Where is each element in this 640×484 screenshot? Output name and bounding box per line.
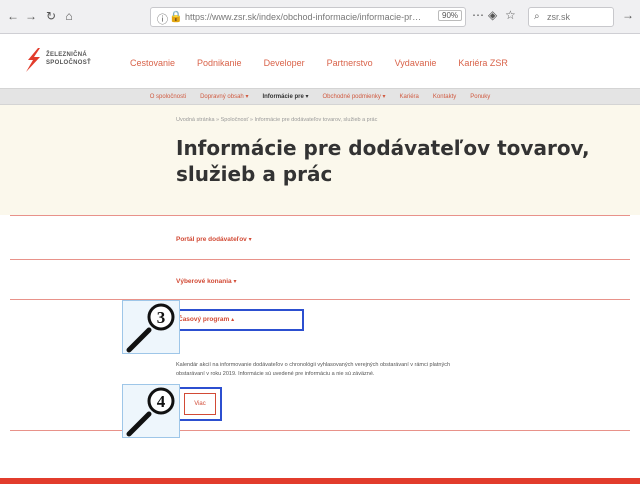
- accordion-label: Portál pre dodávateľov: [176, 236, 247, 243]
- lock-icon: 🔒: [169, 11, 183, 23]
- subnav-item[interactable]: Dopravný obsah ▾: [200, 93, 248, 100]
- star-icon[interactable]: ☆: [505, 8, 516, 22]
- accordion-label: Výberové konania: [176, 278, 232, 285]
- nav-item[interactable]: Kariéra ZSR: [458, 58, 508, 72]
- main-nav: Cestovanie Podnikanie Developer Partners…: [130, 58, 620, 72]
- page-title: Informácie pre dodávateľov tovarov, služ…: [176, 135, 596, 187]
- subnav-item[interactable]: Kontakty: [433, 94, 456, 100]
- schedule-description: Kalendár akcií na informovanie dodávateľ…: [176, 361, 604, 379]
- caret-up-icon: ▴: [231, 317, 235, 323]
- breadcrumb[interactable]: Úvodná stránka » Spoločnosť » Informácie…: [176, 117, 576, 123]
- page-title-line1: Informácie pre dodávateľov tovarov,: [176, 136, 590, 160]
- subnav-item[interactable]: Obchodné podmienky ▾: [322, 93, 385, 100]
- back-icon[interactable]: ←: [6, 9, 20, 23]
- description-line2: obstarávaní v roku 2019. Informácie sú u…: [176, 371, 375, 377]
- nav-item[interactable]: Vydavanie: [395, 58, 437, 72]
- site-header: ŽELEZNIČNÁ SPOLOČNOSŤ Cestovanie Podnika…: [0, 34, 640, 88]
- nav-item[interactable]: Podnikanie: [197, 58, 242, 72]
- url-text[interactable]: https://www.zsr.sk/index/obchod-informac…: [185, 12, 425, 22]
- reload-icon[interactable]: ↻: [44, 9, 58, 23]
- magnifier-callout-3: 3: [122, 300, 180, 354]
- hero-section: Úvodná stránka » Spoločnosť » Informácie…: [0, 105, 640, 215]
- pocket-icon[interactable]: ◈: [488, 8, 497, 22]
- footer-accent-bar: [0, 478, 640, 484]
- callout-number: 4: [157, 392, 166, 411]
- divider: [10, 215, 630, 216]
- more-button[interactable]: Viac: [184, 393, 216, 415]
- logo-text-line1: ŽELEZNIČNÁ: [46, 52, 87, 58]
- subnav-item[interactable]: Kariéra: [400, 94, 419, 100]
- search-input[interactable]: zsr.sk: [547, 12, 570, 22]
- subnav-item-active[interactable]: Informácie pre ▾: [262, 93, 308, 100]
- forward-icon[interactable]: →: [24, 9, 38, 23]
- subnav-item[interactable]: Ponuky: [470, 94, 490, 100]
- logo-text-line2: SPOLOČNOSŤ: [46, 60, 92, 66]
- page-title-line2: služieb a prác: [176, 162, 333, 186]
- zoom-level[interactable]: 90%: [438, 10, 463, 21]
- callout-number: 3: [157, 308, 166, 327]
- divider: [10, 430, 630, 431]
- divider: [10, 259, 630, 260]
- magnifier-icon: 3: [126, 303, 175, 353]
- caret-down-icon: ▾: [233, 279, 237, 285]
- magnifier-callout-4: 4: [122, 384, 180, 438]
- accordion-toggle-suppliers-portal[interactable]: Portál pre dodávateľov ▾: [176, 236, 252, 243]
- logo-mark-icon: [26, 48, 40, 72]
- go-icon[interactable]: →: [622, 8, 634, 22]
- accordion-toggle-tenders[interactable]: Výberové konania ▾: [176, 278, 236, 285]
- caret-down-icon: ▾: [248, 237, 252, 243]
- site-logo[interactable]: ŽELEZNIČNÁ SPOLOČNOSŤ: [24, 48, 124, 72]
- search-box[interactable]: ⌕ zsr.sk: [528, 7, 614, 27]
- subnav-item[interactable]: O spoločnosti: [150, 94, 186, 100]
- description-line1: Kalendár akcií na informovanie dodávateľ…: [176, 362, 451, 368]
- magnifier-icon: 4: [126, 387, 175, 437]
- info-icon[interactable]: ⓘ: [157, 11, 168, 27]
- sub-nav: O spoločnosti Dopravný obsah ▾ Informáci…: [0, 88, 640, 105]
- browser-toolbar: ← → ↻ ⌂ ⓘ 🔒 https://www.zsr.sk/index/obc…: [0, 0, 640, 34]
- accordion-label: Časový program: [178, 316, 230, 323]
- accordion-toggle-time-schedule[interactable]: Časový program ▴: [178, 316, 234, 323]
- nav-item[interactable]: Developer: [264, 58, 305, 72]
- nav-item[interactable]: Partnerstvo: [327, 58, 373, 72]
- more-icon[interactable]: ⋯: [472, 8, 484, 22]
- logo-text: ŽELEZNIČNÁ SPOLOČNOSŤ: [46, 51, 91, 67]
- divider: [10, 299, 630, 300]
- nav-item[interactable]: Cestovanie: [130, 58, 175, 72]
- search-icon: ⌕: [534, 11, 540, 22]
- address-bar[interactable]: ⓘ 🔒 https://www.zsr.sk/index/obchod-info…: [150, 7, 466, 27]
- home-icon[interactable]: ⌂: [62, 9, 76, 23]
